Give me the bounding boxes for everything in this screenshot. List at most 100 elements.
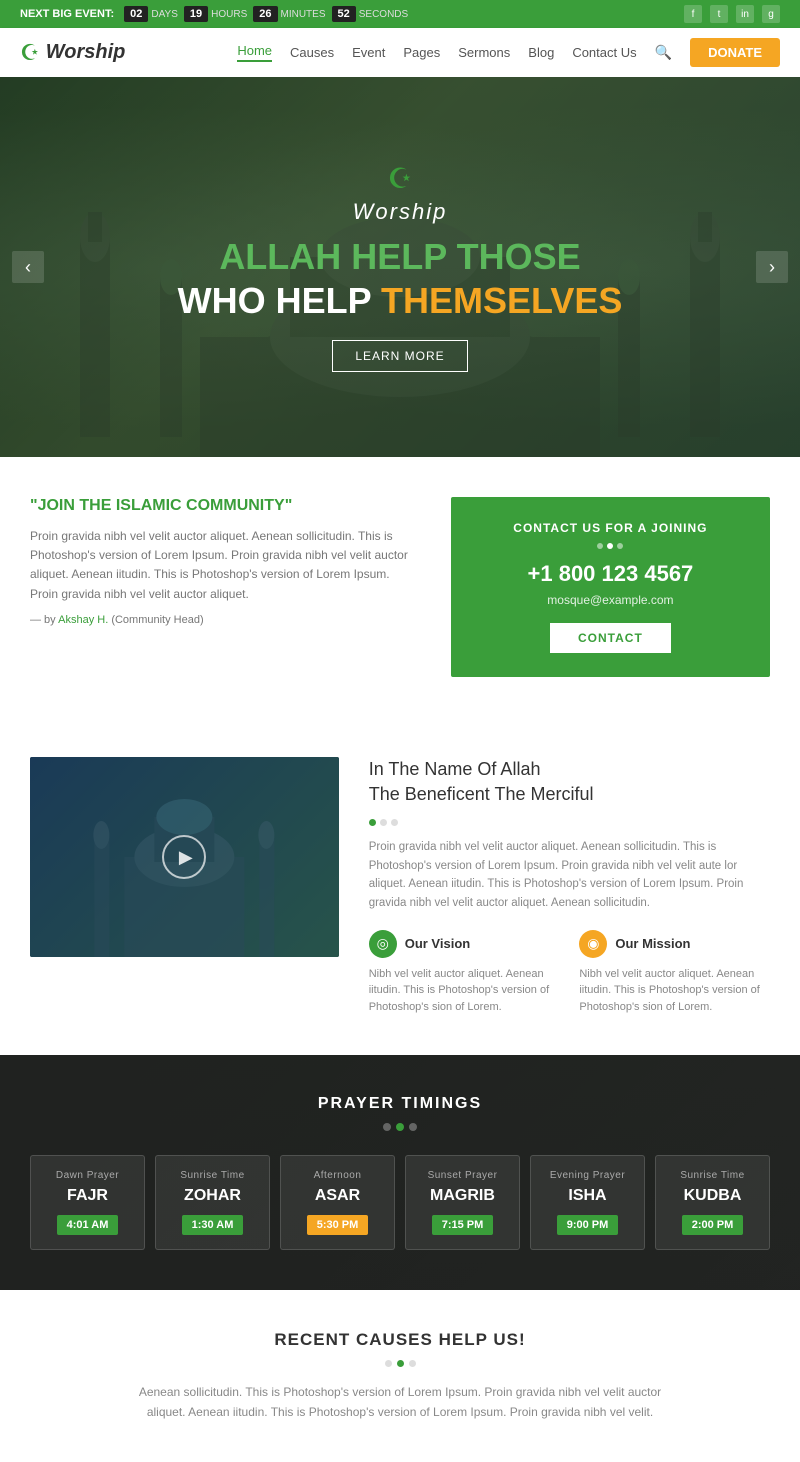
countdown-hours: 19 HOURS (184, 6, 247, 22)
pdot-2 (396, 1123, 404, 1131)
cdot-3 (409, 1360, 416, 1367)
prayer-card-kudba: Sunrise Time KUDBA 2:00 PM (655, 1155, 770, 1250)
prayer-time-0: 4:01 AM (57, 1215, 119, 1235)
contact-email: mosque@example.com (471, 593, 750, 607)
nav-contact[interactable]: Contact Us (572, 45, 636, 60)
nav-home[interactable]: Home (237, 43, 272, 62)
prayer-grid: Dawn Prayer FAJR 4:01 AM Sunrise Time ZO… (30, 1155, 770, 1250)
contact-box-dots (471, 543, 750, 549)
seconds-unit: SECONDS (359, 9, 408, 20)
logo[interactable]: ☪ Worship (20, 40, 125, 66)
nav-blog[interactable]: Blog (528, 45, 554, 60)
prayer-name-0: FAJR (43, 1187, 132, 1205)
mission-feature: ◉ Our Mission Nibh vel velit auctor aliq… (579, 930, 770, 1016)
mission-icon: ◉ (579, 930, 607, 958)
navbar: ☪ Worship Home Causes Event Pages Sermon… (0, 28, 800, 77)
about-title: In The Name Of Allah The Beneficent The … (369, 757, 770, 807)
mission-label: Our Mission (615, 936, 690, 951)
hero-logo-icon: ☪ (387, 162, 412, 195)
twitter-icon[interactable]: t (710, 5, 728, 23)
prayer-name-3: MAGRIB (418, 1187, 507, 1205)
community-author: — by Akshay H. (Community Head) (30, 614, 421, 626)
causes-title: RECENT CAUSES HELP US! (30, 1330, 770, 1350)
causes-body: Aenean sollicitudin. This is Photoshop's… (120, 1383, 680, 1421)
dot-2 (607, 543, 613, 549)
causes-section: RECENT CAUSES HELP US! Aenean sollicitud… (0, 1290, 800, 1461)
search-icon[interactable]: 🔍 (655, 44, 672, 61)
cdot-1 (385, 1360, 392, 1367)
hero-line2-white: WHO HELP (178, 280, 381, 321)
hero-headline: ALLAH HELP THOSE WHO HELP THEMSELVES (178, 235, 623, 321)
author-name[interactable]: Akshay H. (58, 614, 108, 626)
prayer-dots (30, 1123, 770, 1131)
pdot-3 (409, 1123, 417, 1131)
prayer-time-2: 5:30 PM (307, 1215, 369, 1235)
nav-causes[interactable]: Causes (290, 45, 334, 60)
mission-body: Nibh vel velit auctor aliquet. Aenean ii… (579, 966, 770, 1016)
prayer-label-4: Evening Prayer (543, 1170, 632, 1181)
vision-header: ◎ Our Vision (369, 930, 560, 958)
prayer-name-4: ISHA (543, 1187, 632, 1205)
nav-event[interactable]: Event (352, 45, 385, 60)
prayer-time-1: 1:30 AM (182, 1215, 244, 1235)
facebook-icon[interactable]: f (684, 5, 702, 23)
donate-button[interactable]: DONATE (690, 38, 780, 67)
contact-button[interactable]: CONTACT (550, 623, 671, 653)
dot-3 (617, 543, 623, 549)
hours-value: 19 (184, 6, 208, 22)
prayer-card-zohar: Sunrise Time ZOHAR 1:30 AM (155, 1155, 270, 1250)
prayer-label-0: Dawn Prayer (43, 1170, 132, 1181)
about-dot-2 (380, 819, 387, 826)
hero-next-arrow[interactable]: › (756, 251, 788, 283)
about-title-line1: In The Name Of Allah (369, 759, 541, 779)
learn-more-button[interactable]: LEARN MORE (332, 340, 467, 372)
hero-brand-name: Worship (353, 199, 448, 225)
nav-links: Home Causes Event Pages Sermons Blog Con… (237, 38, 780, 67)
hero-line1-green: ALLAH HELP THOSE (219, 236, 580, 277)
event-label: NEXT BIG EVENT: (20, 8, 114, 20)
hero-line2-orange: THEMSELVES (381, 280, 622, 321)
instagram-icon[interactable]: in (736, 5, 754, 23)
prayer-title: PRAYER TIMINGS (30, 1095, 770, 1113)
countdown-section: NEXT BIG EVENT: 02 DAYS 19 HOURS 26 MINU… (20, 6, 408, 22)
mission-header: ◉ Our Mission (579, 930, 770, 958)
prayer-card-asar: Afternoon ASAR 5:30 PM (280, 1155, 395, 1250)
logo-text: Worship (46, 41, 126, 64)
about-dot-3 (391, 819, 398, 826)
about-dot-1 (369, 819, 376, 826)
contact-box-title: CONTACT US FOR A JOINING (471, 521, 750, 535)
nav-pages[interactable]: Pages (403, 45, 440, 60)
prayer-card-isha: Evening Prayer ISHA 9:00 PM (530, 1155, 645, 1250)
nav-sermons[interactable]: Sermons (458, 45, 510, 60)
about-features: ◎ Our Vision Nibh vel velit auctor aliqu… (369, 930, 770, 1016)
google-icon[interactable]: g (762, 5, 780, 23)
prayer-label-1: Sunrise Time (168, 1170, 257, 1181)
prayer-card-fajr: Dawn Prayer FAJR 4:01 AM (30, 1155, 145, 1250)
about-body: Proin gravida nibh vel velit auctor aliq… (369, 838, 770, 912)
prayer-time-4: 9:00 PM (557, 1215, 619, 1235)
prayer-time-5: 2:00 PM (682, 1215, 744, 1235)
hero-section: ☪ Worship ALLAH HELP THOSE WHO HELP THEM… (0, 77, 800, 457)
hero-prev-arrow[interactable]: ‹ (12, 251, 44, 283)
prayer-name-2: ASAR (293, 1187, 382, 1205)
hero-brand: ☪ Worship (178, 162, 623, 225)
video-preview: ▶ WATCH OUR VIDEO (30, 757, 339, 957)
prayer-time-3: 7:15 PM (432, 1215, 494, 1235)
prayer-section: PRAYER TIMINGS Dawn Prayer FAJR 4:01 AM … (0, 1055, 800, 1290)
countdown-seconds: 52 SECONDS (332, 6, 409, 22)
countdown-minutes: 26 MINUTES (253, 6, 325, 22)
contact-phone: +1 800 123 4567 (471, 561, 750, 587)
community-section: "JOIN THE ISLAMIC COMMUNITY" Proin gravi… (0, 457, 800, 717)
community-body: Proin gravida nibh vel velit auctor aliq… (30, 527, 421, 604)
community-title: "JOIN THE ISLAMIC COMMUNITY" (30, 497, 421, 515)
days-value: 02 (124, 6, 148, 22)
prayer-card-magrib: Sunset Prayer MAGRIB 7:15 PM (405, 1155, 520, 1250)
causes-dots (30, 1360, 770, 1367)
prayer-name-1: ZOHAR (168, 1187, 257, 1205)
prayer-name-5: KUDBA (668, 1187, 757, 1205)
about-dots (369, 819, 770, 826)
prayer-label-2: Afternoon (293, 1170, 382, 1181)
community-text: "JOIN THE ISLAMIC COMMUNITY" Proin gravi… (30, 497, 421, 677)
top-bar: NEXT BIG EVENT: 02 DAYS 19 HOURS 26 MINU… (0, 0, 800, 28)
days-unit: DAYS (151, 9, 178, 20)
